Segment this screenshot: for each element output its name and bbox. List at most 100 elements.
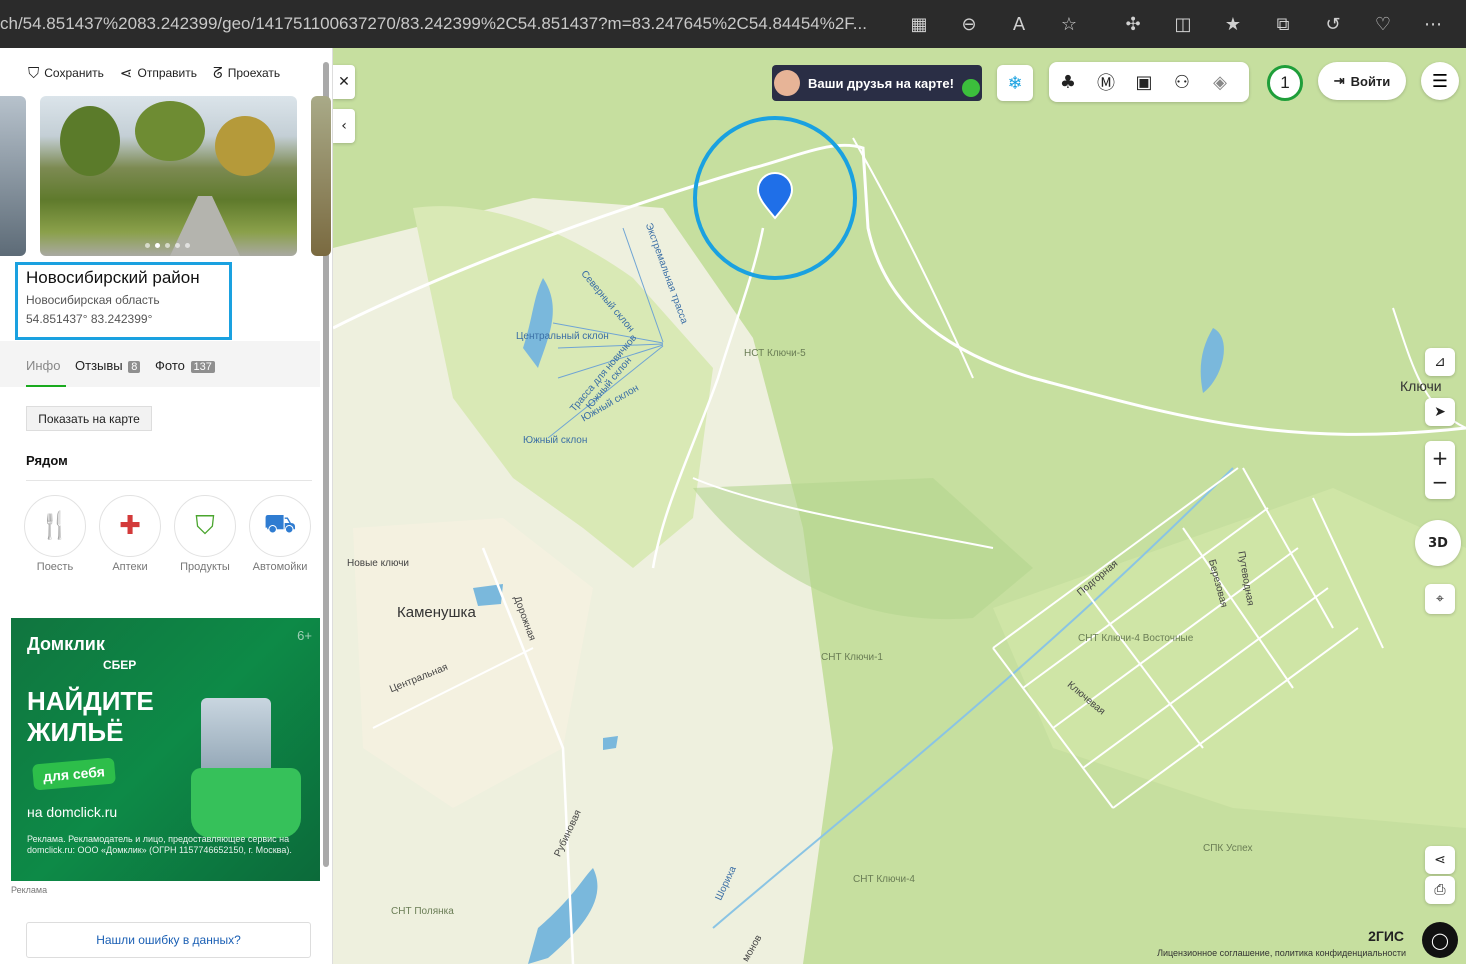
- extensions-icon[interactable]: ✣: [1108, 12, 1158, 38]
- ruler-icon: ⊿: [1434, 354, 1446, 370]
- counter-badge[interactable]: 1: [1267, 65, 1303, 101]
- nearby-groceries[interactable]: ⛉ Продукты: [174, 495, 236, 573]
- house-illustration: [201, 698, 271, 778]
- show-on-map-button[interactable]: Показать на карте: [26, 406, 152, 431]
- map-label-novye-klyuchi: Новые ключи: [347, 558, 410, 569]
- nearby-pharmacies[interactable]: ✚ Аптеки: [99, 495, 161, 573]
- winter-mode-button[interactable]: ❄: [997, 65, 1033, 101]
- report-error-button[interactable]: Нашли ошибку в данных?: [26, 922, 311, 958]
- ad-headline: НАЙДИТЕ ЖИЛЬЁ: [27, 686, 154, 747]
- map-label-nst-klyuchi5: НСТ Ключи-5: [744, 348, 806, 359]
- read-aloud-icon[interactable]: A: [994, 12, 1044, 38]
- zoom-in-icon[interactable]: +: [1432, 446, 1449, 470]
- hamburger-icon: ☰: [1431, 70, 1449, 92]
- layers-icon[interactable]: ◈: [1201, 72, 1239, 93]
- apps-icon[interactable]: ▦: [894, 12, 944, 38]
- login-button[interactable]: ⇥ Войти: [1318, 62, 1406, 100]
- separator: [1094, 12, 1108, 38]
- location-pin: [756, 172, 794, 220]
- place-panel: ⛉ Сохранить ⋖ Отправить ᘔ Проехать Новосиби…: [0, 48, 333, 964]
- close-icon: ✕: [338, 74, 350, 90]
- more-icon[interactable]: ⋯: [1408, 12, 1458, 38]
- lake-klyuchi: [1200, 328, 1224, 393]
- ad-brand: Домклик: [27, 634, 105, 654]
- printer-icon: ⎙: [1434, 882, 1446, 898]
- health-icon[interactable]: ♡: [1358, 12, 1408, 38]
- collections-icon[interactable]: ⧉: [1258, 12, 1308, 38]
- chat-bubble-icon: ◯: [1431, 930, 1449, 950]
- basket-illustration: [191, 768, 301, 838]
- map-label-snt-klyuchi4v: СНТ Ключи-4 Восточные: [1078, 633, 1194, 644]
- tab-photos[interactable]: Фото 137: [155, 358, 215, 373]
- pharmacy-icon: ✚: [99, 495, 161, 557]
- favorite-star-icon[interactable]: ☆: [1044, 12, 1094, 38]
- friend-avatar: [774, 70, 800, 96]
- ad-label: Реклама: [11, 885, 48, 895]
- friends-banner[interactable]: Ваши друзья на карте!: [772, 65, 982, 101]
- map-label-snt-polyanka: СНТ Полянка: [391, 906, 454, 917]
- navigation-arrow-icon: ➤: [1434, 404, 1446, 420]
- zoom-out-icon[interactable]: ⊖: [944, 12, 994, 38]
- carousel-dots: [145, 243, 190, 248]
- share-map-button[interactable]: ⋖: [1425, 846, 1455, 874]
- photo-next[interactable]: [311, 96, 331, 256]
- nearby-carwash[interactable]: ⛟ Автомойки: [249, 495, 311, 573]
- route-button[interactable]: ᘔ Проехать: [213, 64, 280, 82]
- map-pin-edit-icon: ⌖: [1436, 591, 1444, 607]
- ad-site: на domclick.ru: [27, 804, 118, 820]
- friends-icon[interactable]: ⚇: [1163, 72, 1201, 93]
- tab-bar: Инфо Отзывы 8 Фото 137: [0, 341, 320, 387]
- place-title: Новосибирский район: [26, 268, 200, 287]
- bookmark-icon: ⛉: [28, 64, 40, 82]
- map-label-snt-klyuchi4: СНТ Ключи-4: [853, 874, 915, 885]
- locate-button[interactable]: ➤: [1425, 398, 1455, 426]
- favorites-icon[interactable]: ★: [1208, 12, 1258, 38]
- login-icon: ⇥: [1333, 73, 1345, 88]
- place-subtitle: Новосибирская область: [26, 293, 160, 307]
- close-panel-button[interactable]: ✕: [333, 65, 355, 99]
- menu-button[interactable]: ☰: [1421, 62, 1459, 100]
- zoom-out-map-icon[interactable]: −: [1432, 470, 1449, 494]
- brand-logo: 2ГИС: [1368, 928, 1404, 944]
- share-button[interactable]: ⋖ Отправить: [120, 64, 197, 82]
- print-button[interactable]: ⎙: [1425, 876, 1455, 904]
- photo-prev[interactable]: [0, 96, 26, 256]
- map-label-snt-klyuchi1: СНТ Ключи-1: [821, 652, 883, 663]
- fork-knife-icon: 🍴: [24, 495, 86, 557]
- road-4: [852, 137, 974, 379]
- browser-toolbar: ch/54.851437%2083.242399/geo/14175110063…: [0, 0, 1466, 48]
- chat-button[interactable]: ◯: [1422, 922, 1458, 958]
- license-link[interactable]: Лицензионное соглашение, политика конфид…: [1157, 948, 1406, 958]
- divider: [26, 480, 312, 481]
- map-canvas[interactable]: НСТ Ключи-5 Ключи СНТ Ключи-1 СНТ Ключи-…: [333, 48, 1466, 964]
- history-icon[interactable]: ↺: [1308, 12, 1358, 38]
- metro-icon[interactable]: Ⓜ: [1087, 69, 1125, 95]
- tab-info[interactable]: Инфо: [26, 358, 60, 373]
- split-screen-icon[interactable]: ◫: [1158, 12, 1208, 38]
- route-icon: ᘔ: [213, 64, 223, 82]
- bus-icon[interactable]: ▣: [1125, 72, 1163, 93]
- car-icon: ⛟: [249, 495, 311, 557]
- map-label-centralny: Центральный склон: [516, 331, 609, 342]
- collapse-panel-button[interactable]: ‹: [333, 109, 355, 143]
- address-bar[interactable]: ch/54.851437%2083.242399/geo/14175110063…: [0, 14, 867, 34]
- 3d-button[interactable]: 3D: [1415, 520, 1461, 566]
- park-icon[interactable]: ♣: [1049, 72, 1087, 93]
- gift-icon: [962, 79, 980, 97]
- layer-toolbar: ♣ Ⓜ ▣ ⚇ ◈: [1049, 62, 1249, 102]
- ad-legal: Реклама. Рекламодатель и лицо, предостав…: [27, 834, 292, 855]
- photo-carousel[interactable]: [0, 96, 331, 256]
- reviews-count-badge: 8: [128, 361, 141, 373]
- share-icon: ⋖: [119, 64, 133, 82]
- map-label-yuzhny3: Южный склон: [523, 435, 588, 446]
- tab-reviews[interactable]: Отзывы 8: [75, 358, 141, 373]
- zoom-control: + −: [1425, 441, 1455, 499]
- map-edit-button[interactable]: ⌖: [1425, 584, 1455, 614]
- save-button[interactable]: ⛉ Сохранить: [28, 64, 104, 82]
- nearby-eat[interactable]: 🍴 Поесть: [24, 495, 86, 573]
- advertisement-banner[interactable]: Домклик СБЕР 6+ НАЙДИТЕ ЖИЛЬЁ для себя н…: [11, 618, 320, 881]
- map-label-kamenushka: Каменушка: [397, 604, 476, 621]
- basket-icon: ⛉: [174, 495, 236, 557]
- photo-main[interactable]: [40, 96, 297, 256]
- ruler-button[interactable]: ⊿: [1425, 348, 1455, 376]
